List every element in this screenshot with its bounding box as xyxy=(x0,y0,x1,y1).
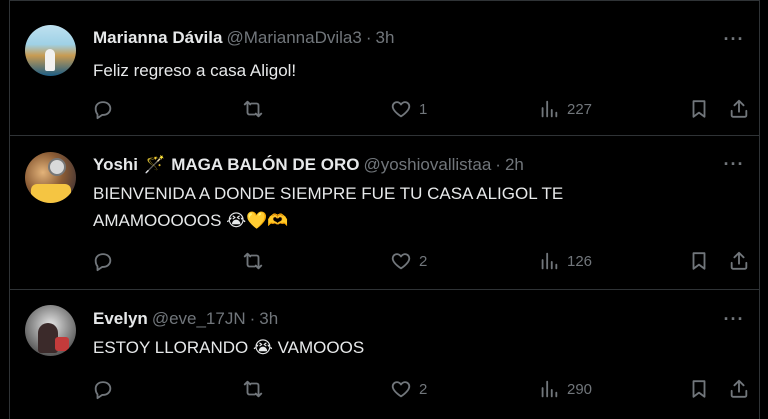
heart-icon xyxy=(391,381,411,398)
reply-button[interactable] xyxy=(92,249,114,273)
share-button[interactable] xyxy=(728,377,750,401)
like-count: 2 xyxy=(419,380,428,398)
reply-icon xyxy=(94,381,112,400)
views-button[interactable]: 227 xyxy=(538,97,592,121)
retweet-icon xyxy=(243,100,263,118)
tweet-text-fragment: VAMOOOS xyxy=(277,338,365,357)
tweet-2[interactable]: Yoshi 🪄 MAGA BALÓN DE ORO @yoshiovallistaa… xyxy=(10,136,759,290)
tweet-actions: 2 290 xyxy=(92,377,749,401)
reply-button[interactable] xyxy=(92,377,114,401)
more-dots-icon: ··· xyxy=(723,153,745,174)
views-icon xyxy=(541,380,558,398)
timestamp[interactable]: 3h xyxy=(259,309,278,329)
user-handle[interactable]: @eve_17JN xyxy=(152,309,246,329)
magic-wand-emoji: 🪄 xyxy=(144,155,166,175)
share-icon xyxy=(730,99,748,118)
bookmark-button[interactable] xyxy=(688,377,710,401)
view-count: 290 xyxy=(567,380,593,398)
bookmark-button[interactable] xyxy=(688,97,710,121)
views-icon xyxy=(541,100,558,118)
share-icon xyxy=(730,251,748,270)
like-count: 2 xyxy=(419,252,428,270)
user-handle[interactable]: @yoshiovallistaa xyxy=(363,155,491,175)
retweet-icon xyxy=(243,252,263,270)
more-dots-icon: ··· xyxy=(723,28,745,49)
view-count: 227 xyxy=(567,100,593,118)
user-handle[interactable]: @MariannaDvila3 xyxy=(226,28,361,48)
tweet-text: ESTOY LLORANDO 😭 VAMOOOS xyxy=(93,334,693,362)
heart-icon xyxy=(391,101,411,118)
share-button[interactable] xyxy=(728,249,750,273)
more-dots-icon: ··· xyxy=(723,308,745,329)
retweet-icon xyxy=(243,380,263,398)
display-name[interactable]: Yoshi 🪄 MAGA BALÓN DE ORO xyxy=(93,155,359,175)
retweet-button[interactable] xyxy=(242,249,264,273)
tweet-text: Feliz regreso a casa Aligol! xyxy=(93,57,693,84)
emoji-group: 😭💛🫶 xyxy=(226,211,289,231)
tweet-text-line: AMAMOOOOOS 😭💛🫶 xyxy=(93,207,693,235)
more-options-button[interactable]: ··· xyxy=(721,309,747,329)
crying-emoji: 😭 xyxy=(253,338,273,358)
timestamp[interactable]: 2h xyxy=(505,155,524,175)
avatar-figure xyxy=(45,49,55,71)
tweet-actions: 2 126 xyxy=(92,249,749,273)
bookmark-icon xyxy=(692,252,706,270)
tweet-text-fragment: ESTOY LLORANDO xyxy=(93,338,249,357)
display-name[interactable]: Marianna Dávila xyxy=(93,28,222,48)
bookmark-icon xyxy=(692,380,706,398)
retweet-button[interactable] xyxy=(242,377,264,401)
more-options-button[interactable]: ··· xyxy=(721,154,747,174)
tweet-text-line: Feliz regreso a casa Aligol! xyxy=(93,61,297,80)
like-button[interactable]: 2 xyxy=(390,377,427,401)
like-button[interactable]: 1 xyxy=(390,97,427,121)
bookmark-icon xyxy=(692,100,706,118)
avatar[interactable] xyxy=(25,305,76,356)
separator-dot: · xyxy=(365,28,372,47)
avatar-detail xyxy=(55,337,69,351)
tweet-text: BIENVENIDA A DONDE SIEMPRE FUE TU CASA A… xyxy=(93,180,693,235)
avatar-shirt xyxy=(31,184,71,203)
reply-icon xyxy=(94,101,112,120)
reply-button[interactable] xyxy=(92,97,114,121)
like-button[interactable]: 2 xyxy=(390,249,427,273)
tweet-header: Marianna Dávila @MariannaDvila3 · 3h xyxy=(93,28,394,48)
display-name-part: MAGA BALÓN DE ORO xyxy=(171,155,360,174)
avatar[interactable] xyxy=(25,25,76,76)
share-icon xyxy=(730,379,748,398)
avatar-trophy xyxy=(48,158,66,176)
tweet-1[interactable]: Marianna Dávila @MariannaDvila3 · 3h ···… xyxy=(10,1,759,136)
views-icon xyxy=(541,252,558,270)
tweet-text-line: BIENVENIDA A DONDE SIEMPRE FUE TU CASA A… xyxy=(93,184,564,203)
tweet-header: Yoshi 🪄 MAGA BALÓN DE ORO @yoshiovallistaa… xyxy=(93,155,524,175)
tweet-actions: 1 227 xyxy=(92,97,749,121)
retweet-button[interactable] xyxy=(242,97,264,121)
display-name[interactable]: Evelyn xyxy=(93,309,148,329)
views-button[interactable]: 290 xyxy=(538,377,592,401)
view-count: 126 xyxy=(567,252,593,270)
views-button[interactable]: 126 xyxy=(538,249,592,273)
tweet-header: Evelyn @eve_17JN · 3h xyxy=(93,309,278,329)
separator-dot: · xyxy=(495,155,501,174)
heart-icon xyxy=(391,253,411,270)
more-options-button[interactable]: ··· xyxy=(721,29,747,49)
separator-dot: · xyxy=(249,309,256,328)
tweet-3[interactable]: Evelyn @eve_17JN · 3h ··· ESTOY LLORANDO… xyxy=(10,290,759,419)
reply-icon xyxy=(94,253,112,272)
avatar[interactable] xyxy=(25,152,76,203)
share-button[interactable] xyxy=(728,97,750,121)
display-name-part: Yoshi xyxy=(93,155,139,174)
timestamp[interactable]: 3h xyxy=(376,28,395,48)
tweet-text-fragment: AMAMOOOOOS xyxy=(93,211,222,230)
timeline: Marianna Dávila @MariannaDvila3 · 3h ···… xyxy=(9,0,760,419)
like-count: 1 xyxy=(419,100,428,118)
bookmark-button[interactable] xyxy=(688,249,710,273)
